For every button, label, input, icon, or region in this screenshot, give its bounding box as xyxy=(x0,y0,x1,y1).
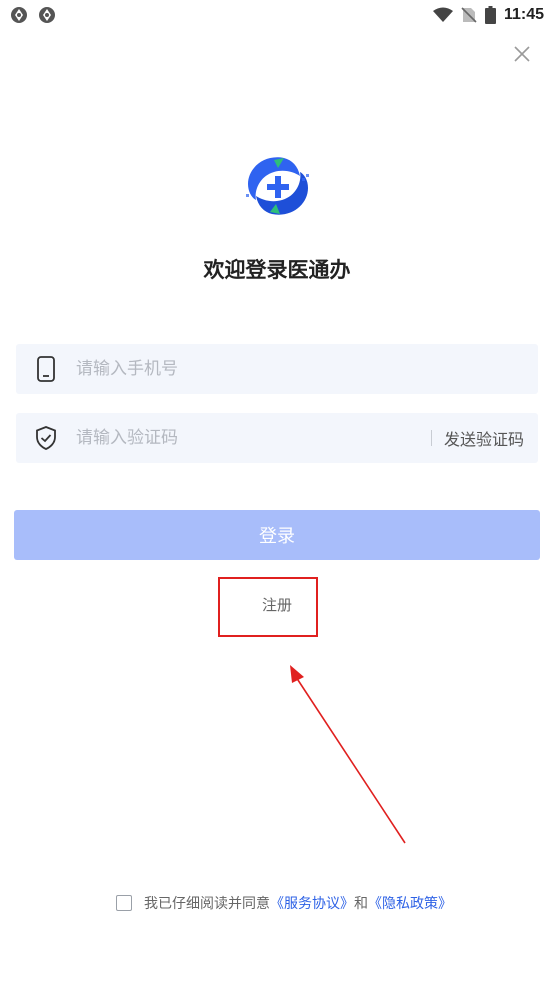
shield-icon-wrap xyxy=(16,426,76,450)
annotation-highlight-box xyxy=(218,577,318,637)
field-divider xyxy=(430,430,432,446)
login-page: 11:45 欢迎登录医通办 请输入手机号 请输入验证码 发送验证码 登录 注册 … xyxy=(0,0,554,986)
app-notification-icon xyxy=(39,7,55,23)
status-right: 11:45 xyxy=(432,6,544,24)
status-time: 11:45 xyxy=(503,6,544,23)
agreement-checkbox[interactable] xyxy=(116,895,132,911)
service-agreement-link[interactable]: 《服务协议》 xyxy=(270,893,354,913)
phone-field[interactable] xyxy=(16,344,538,394)
page-title: 欢迎登录医通办 xyxy=(203,258,351,282)
privacy-policy-link[interactable]: 《隐私政策》 xyxy=(368,893,452,913)
code-input[interactable] xyxy=(76,428,431,448)
annotation-arrow-icon xyxy=(290,665,406,844)
phone-icon xyxy=(37,356,55,382)
login-button[interactable]: 登录 xyxy=(14,510,540,560)
wifi-icon xyxy=(432,7,453,22)
send-code-button[interactable]: 发送验证码 xyxy=(444,426,538,450)
status-bar: 11:45 xyxy=(0,0,554,30)
battery-icon xyxy=(484,6,496,24)
app-notification-icon xyxy=(11,7,27,23)
phone-input[interactable] xyxy=(76,359,538,379)
app-logo xyxy=(246,157,309,215)
shield-check-icon xyxy=(36,426,56,450)
agreement-prefix: 我已仔细阅读并同意 xyxy=(144,896,270,912)
agreement-row: 我已仔细阅读并同意 《服务协议》 和 《隐私政策》 xyxy=(116,893,452,913)
status-left xyxy=(10,6,56,24)
no-sim-icon xyxy=(461,7,477,23)
code-field[interactable]: 发送验证码 xyxy=(16,413,538,463)
close-icon[interactable] xyxy=(512,44,532,64)
phone-icon-wrap xyxy=(16,356,76,382)
agreement-and: 和 xyxy=(354,896,368,912)
